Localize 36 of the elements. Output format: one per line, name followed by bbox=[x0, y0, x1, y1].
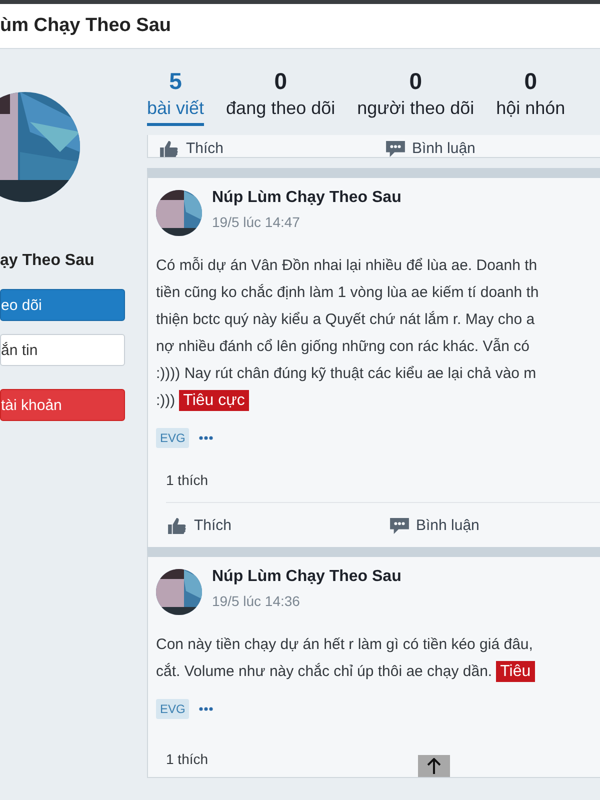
profile-title: ùm Chạy Theo Sau bbox=[0, 15, 172, 37]
like-count: 1 thích bbox=[166, 472, 208, 490]
sentiment-tag: Tiêu bbox=[496, 661, 535, 682]
profile-name: ạy Theo Sau bbox=[0, 252, 96, 270]
stat-tab[interactable]: 0 người theo dõi bbox=[357, 68, 474, 126]
stat-tab[interactable]: 0 đang theo dõi bbox=[226, 68, 336, 126]
action-button[interactable]: Bình luận bbox=[390, 516, 600, 534]
more-icon[interactable] bbox=[199, 436, 214, 440]
post-text: Có mỗi dự án Vân Đồn nhai lại nhiều để lùa ae. Doanh th bbox=[156, 257, 538, 274]
author-name[interactable]: Núp Lùm Chạy Theo Sau bbox=[212, 568, 402, 586]
comment-icon bbox=[390, 516, 409, 534]
post-text: tiền cũng ko chắc định làm 1 vòng lùa ae kiếm tí doanh th bbox=[156, 284, 539, 301]
profile-button[interactable]: eo dõi bbox=[0, 289, 125, 321]
scroll-top-button[interactable] bbox=[418, 755, 450, 777]
post-text: thiện bctc quý này kiểu a Quyết chứ nát lắm r. May cho a bbox=[156, 311, 535, 328]
stat-tab[interactable]: 5 bài viết bbox=[147, 68, 204, 126]
post-text: :)))) Nay rút chân đúng kỹ thuật các kiểu ae lại chả vào m bbox=[156, 365, 536, 382]
up-arrow-icon bbox=[426, 758, 442, 774]
author-name[interactable]: Núp Lùm Chạy Theo Sau bbox=[212, 189, 402, 207]
action-button[interactable]: Thích bbox=[160, 140, 374, 157]
post-text: :))) bbox=[156, 392, 176, 409]
thumbs-up-icon bbox=[160, 140, 179, 157]
profile-button[interactable]: tài khoản bbox=[0, 389, 125, 421]
post-text: cắt. Volume như này chắc chỉ úp thôi ae chạy dần. bbox=[156, 663, 492, 680]
profile-button[interactable]: ắn tin bbox=[0, 334, 125, 366]
stat-tab[interactable]: 0 hội nhón bbox=[496, 68, 566, 126]
action-button[interactable]: Bình luận bbox=[386, 140, 600, 157]
action-button[interactable]: Thích bbox=[168, 516, 378, 534]
post-text: Con này tiền chạy dự án hết r làm gì có tiền kéo giá đâu, bbox=[156, 636, 533, 653]
more-icon[interactable] bbox=[199, 707, 214, 711]
post-text: nợ nhiều đánh cổ lên giống những con rác khác. Vẫn có bbox=[156, 338, 530, 355]
like-count: 1 thích bbox=[166, 751, 208, 769]
sentiment-tag: Tiêu cực bbox=[179, 390, 249, 411]
thumbs-up-icon bbox=[168, 516, 187, 534]
post-time: 19/5 lúc 14:47 bbox=[212, 214, 301, 230]
post-time: 19/5 lúc 14:36 bbox=[212, 593, 301, 609]
